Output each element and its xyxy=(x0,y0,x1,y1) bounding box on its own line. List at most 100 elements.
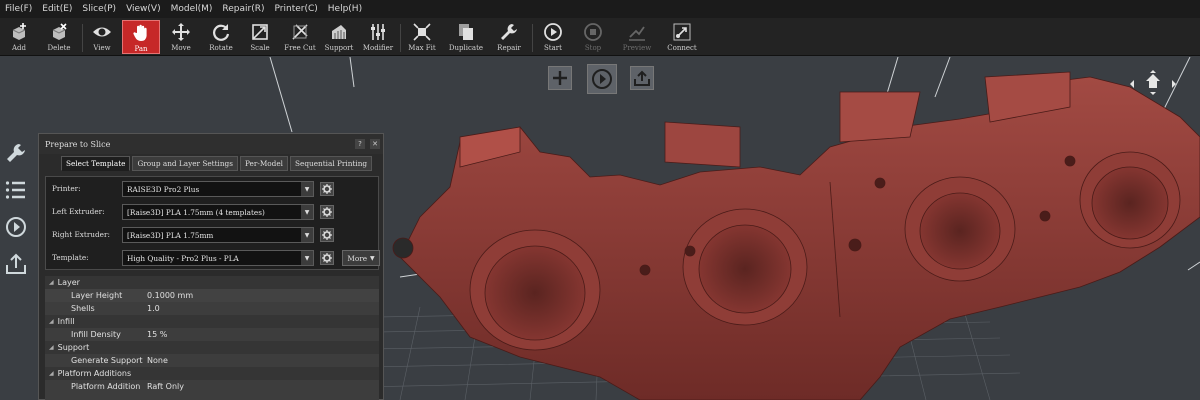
rotate-button[interactable]: Rotate xyxy=(204,20,238,54)
menu-repair[interactable]: Repair(R) xyxy=(217,4,269,14)
collapse-triangle-icon: ◢ xyxy=(49,318,54,325)
preview-button[interactable]: Preview xyxy=(618,20,656,54)
menu-help[interactable]: Help(H) xyxy=(323,4,367,14)
view-button[interactable]: View xyxy=(88,20,116,54)
support-icon xyxy=(332,25,346,39)
property-row[interactable]: Infill Density 15 % xyxy=(45,328,379,341)
duplicate-button[interactable]: Duplicate xyxy=(446,20,486,54)
support-button[interactable]: Support xyxy=(322,20,356,54)
gear-icon xyxy=(322,184,332,194)
model-list-tool[interactable] xyxy=(4,178,28,202)
plus-icon xyxy=(553,71,567,85)
template-settings-button[interactable] xyxy=(320,251,334,265)
close-button[interactable]: ✕ xyxy=(370,139,380,149)
pan-button[interactable]: Pan xyxy=(122,20,160,54)
collapse-triangle-icon: ◢ xyxy=(49,344,54,351)
export-icon xyxy=(634,70,650,86)
printer-settings-button[interactable] xyxy=(320,182,334,196)
menu-printer[interactable]: Printer(C) xyxy=(270,4,323,14)
group-platform-additions[interactable]: ◢ Platform Additions xyxy=(45,367,379,380)
more-button[interactable]: More ▼ xyxy=(342,250,380,266)
delete-button[interactable]: Delete xyxy=(42,20,76,54)
tab-select-template[interactable]: Select Template xyxy=(61,156,131,171)
play-icon xyxy=(544,23,562,41)
right-extruder-settings-button[interactable] xyxy=(320,228,334,242)
duplicate-icon xyxy=(459,24,473,40)
left-extruder-settings-button[interactable] xyxy=(320,205,334,219)
free-cut-button[interactable]: Free Cut xyxy=(282,20,318,54)
group-support[interactable]: ◢ Support xyxy=(45,341,379,354)
menu-bar: File(F) Edit(E) Slice(P) View(V) Model(M… xyxy=(0,0,1200,18)
slice-tool[interactable] xyxy=(4,215,28,239)
play-circle-icon xyxy=(6,217,26,237)
left-extruder-select[interactable]: [Raise3D] PLA 1.75mm (4 templates) ▼ xyxy=(122,204,314,220)
scale-button[interactable]: Scale xyxy=(246,20,274,54)
export-view-button[interactable] xyxy=(630,66,654,90)
tab-group-layer-settings[interactable]: Group and Layer Settings xyxy=(132,156,238,171)
scale-icon xyxy=(252,24,268,40)
menu-edit[interactable]: Edit(E) xyxy=(37,4,77,14)
property-tree: ◢ Layer Layer Height 0.1000 mm Shells 1.0 ◢… xyxy=(45,276,379,400)
toolbar-divider xyxy=(82,24,83,52)
chevron-down-icon: ▼ xyxy=(301,228,313,242)
chevron-down-icon: ▼ xyxy=(370,254,375,262)
property-row[interactable]: Generate Support None xyxy=(45,354,379,367)
wrench-icon xyxy=(501,24,517,40)
sliders-icon xyxy=(371,24,385,40)
property-row[interactable]: Platform Addition Raft Only xyxy=(45,380,379,393)
repair-button[interactable]: Repair xyxy=(492,20,526,54)
toolbar-divider xyxy=(532,24,533,52)
start-button[interactable]: Start xyxy=(538,20,568,54)
left-extruder-row: Left Extruder: [Raise3D] PLA 1.75mm (4 t… xyxy=(52,204,382,221)
modifier-button[interactable]: Modifier xyxy=(360,20,396,54)
eye-icon xyxy=(93,27,111,37)
tab-sequential-printing[interactable]: Sequential Printing xyxy=(290,156,373,171)
list-icon xyxy=(5,181,25,199)
move-arrows-icon xyxy=(172,23,190,41)
right-extruder-label: Right Extruder: xyxy=(52,230,110,239)
settings-tool[interactable] xyxy=(4,141,28,165)
add-icon xyxy=(12,23,26,40)
menu-model[interactable]: Model(M) xyxy=(166,4,218,14)
home-icon xyxy=(1146,74,1160,88)
left-extruder-label: Left Extruder: xyxy=(52,207,105,216)
chevron-down-icon: ▼ xyxy=(301,182,313,196)
gear-icon xyxy=(322,230,332,240)
main-toolbar: Add Delete View Pan Move Rotate Scale Fr… xyxy=(0,18,1200,56)
menu-view[interactable]: View(V) xyxy=(121,4,166,14)
export-tool[interactable] xyxy=(4,252,28,276)
printer-label: Printer: xyxy=(52,184,81,193)
add-button[interactable]: Add xyxy=(4,20,34,54)
move-button[interactable]: Move xyxy=(166,20,196,54)
connect-button[interactable]: Connect xyxy=(664,20,700,54)
prepare-to-slice-dialog: Prepare to Slice ? ✕ Select Template Gro… xyxy=(38,133,384,400)
preview-icon xyxy=(629,26,645,41)
chevron-down-icon: ▼ xyxy=(301,205,313,219)
dialog-title: Prepare to Slice xyxy=(39,134,383,154)
menu-slice[interactable]: Slice(P) xyxy=(77,4,121,14)
help-button[interactable]: ? xyxy=(355,139,365,149)
stop-button[interactable]: Stop xyxy=(578,20,608,54)
property-row[interactable]: Shells 1.0 xyxy=(45,302,379,315)
menu-file[interactable]: File(F) xyxy=(0,4,37,14)
hand-icon xyxy=(133,24,147,41)
group-layer[interactable]: ◢ Layer xyxy=(45,276,379,289)
tab-per-model[interactable]: Per-Model xyxy=(239,156,289,171)
slice-view-button[interactable] xyxy=(587,64,617,94)
printer-select[interactable]: RAISE3D Pro2 Plus ▼ xyxy=(122,181,314,197)
toolbar-divider xyxy=(400,24,401,52)
property-row[interactable]: Layer Height 0.1000 mm xyxy=(45,289,379,302)
home-view-navigator[interactable] xyxy=(1128,70,1178,110)
group-infill[interactable]: ◢ Infill xyxy=(45,315,379,328)
template-select[interactable]: High Quality - Pro2 Plus - PLA ▼ xyxy=(122,250,314,266)
right-extruder-row: Right Extruder: [Raise3D] PLA 1.75mm ▼ xyxy=(52,227,382,244)
max-fit-button[interactable]: Max Fit xyxy=(406,20,438,54)
play-circle-icon xyxy=(592,69,612,89)
right-extruder-select[interactable]: [Raise3D] PLA 1.75mm ▼ xyxy=(122,227,314,243)
chevron-down-icon: ▼ xyxy=(301,251,313,265)
add-model-view-button[interactable] xyxy=(548,66,572,90)
template-label: Template: xyxy=(52,253,89,262)
upload-icon xyxy=(6,253,26,274)
cut-icon xyxy=(292,24,308,40)
template-row: Template: High Quality - Pro2 Plus - PLA… xyxy=(52,250,382,267)
